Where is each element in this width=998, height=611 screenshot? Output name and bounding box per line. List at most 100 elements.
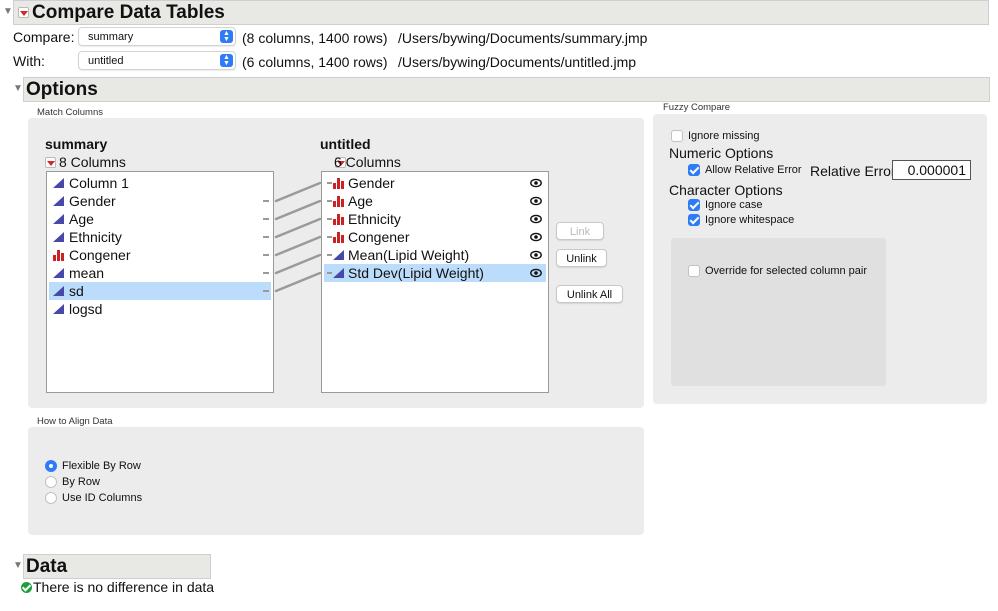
- relative-error-input[interactable]: 0.000001: [892, 160, 971, 180]
- panel-title: Compare Data Tables: [32, 1, 225, 23]
- allow-relative-error-label: Allow Relative Error: [705, 164, 802, 176]
- list-item[interactable]: Gender: [324, 174, 546, 192]
- fuzzy-compare-label: Fuzzy Compare: [663, 102, 731, 113]
- success-check-icon: [21, 582, 32, 593]
- compare-table-select[interactable]: summary ▲ ▼: [78, 27, 236, 46]
- list-item[interactable]: Gender: [49, 192, 271, 210]
- data-title: Data: [26, 555, 68, 577]
- ignore-missing-label: Ignore missing: [688, 130, 760, 142]
- list-item[interactable]: Ethnicity: [49, 228, 271, 246]
- right-columns-list[interactable]: Gender Age Ethnicity Congener Mean(Lipid…: [321, 171, 549, 393]
- list-item-selected[interactable]: Std Dev(Lipid Weight): [324, 264, 546, 282]
- list-item[interactable]: Congener: [324, 228, 546, 246]
- numeric-options-heading: Numeric Options: [669, 145, 774, 161]
- red-triangle-menu-icon[interactable]: [18, 7, 29, 18]
- eye-icon[interactable]: [530, 213, 542, 225]
- eye-icon[interactable]: [530, 249, 542, 261]
- eye-icon[interactable]: [530, 177, 542, 189]
- column-name: Age: [69, 211, 94, 227]
- data-collapse-icon[interactable]: ▼: [13, 560, 23, 571]
- link-dash: [327, 182, 332, 184]
- by-row-label: By Row: [62, 476, 100, 488]
- list-item[interactable]: Mean(Lipid Weight): [324, 246, 546, 264]
- override-label: Override for selected column pair: [705, 265, 868, 277]
- compare-table-path: /Users/bywing/Documents/summary.jmp: [398, 30, 648, 46]
- column-name: Gender: [69, 193, 116, 209]
- link-dash: [263, 200, 269, 202]
- use-id-columns-label: Use ID Columns: [62, 492, 143, 504]
- column-name: Std Dev(Lipid Weight): [348, 265, 484, 281]
- options-collapse-icon[interactable]: ▼: [13, 83, 23, 94]
- column-name: Ethnicity: [69, 229, 122, 245]
- link-line: [274, 235, 322, 257]
- with-table-value: untitled: [88, 55, 124, 67]
- with-table-info: (6 columns, 1400 rows): [242, 54, 388, 70]
- continuous-icon: [53, 196, 64, 206]
- link-line: [274, 217, 322, 239]
- continuous-icon: [53, 286, 64, 296]
- left-columns-list[interactable]: Column 1 Gender Age Ethnicity Congener m…: [46, 171, 274, 393]
- with-table-select[interactable]: untitled ▲ ▼: [78, 51, 236, 70]
- column-name: Congener: [348, 229, 410, 245]
- link-dash: [327, 218, 332, 220]
- override-checkbox[interactable]: [688, 265, 700, 277]
- list-item[interactable]: Column 1: [49, 174, 271, 192]
- options-header: Options: [23, 77, 990, 102]
- link-line: [274, 199, 322, 221]
- align-data-panel: [28, 427, 644, 535]
- column-name: mean: [69, 265, 105, 281]
- list-item[interactable]: mean: [49, 264, 271, 282]
- flexible-by-row-label: Flexible By Row: [62, 460, 141, 472]
- collapse-triangle-icon[interactable]: ▼: [3, 6, 13, 17]
- nominal-bar-icon: [333, 214, 344, 225]
- link-dash: [263, 254, 269, 256]
- continuous-icon: [53, 232, 64, 242]
- select-stepper-icon: ▲ ▼: [220, 54, 233, 67]
- column-link-lines: [274, 181, 322, 293]
- eye-icon[interactable]: [530, 195, 542, 207]
- nominal-bar-icon: [53, 250, 64, 261]
- link-line: [274, 181, 322, 203]
- continuous-icon: [53, 214, 64, 224]
- list-item[interactable]: Age: [324, 192, 546, 210]
- list-item[interactable]: Ethnicity: [324, 210, 546, 228]
- ignore-case-label: Ignore case: [705, 199, 763, 211]
- link-line: [274, 271, 322, 293]
- list-item[interactable]: Age: [49, 210, 271, 228]
- nominal-bar-icon: [333, 178, 344, 189]
- link-button[interactable]: Link: [556, 222, 604, 240]
- flexible-by-row-radio[interactable]: [45, 460, 57, 472]
- use-id-columns-radio[interactable]: [45, 492, 57, 504]
- nominal-bar-icon: [333, 232, 344, 243]
- unlink-all-button[interactable]: Unlink All: [556, 285, 623, 303]
- left-column-count: 8 Columns: [59, 154, 126, 170]
- by-row-radio[interactable]: [45, 476, 57, 488]
- ignore-case-checkbox[interactable]: [688, 199, 700, 211]
- list-item-selected[interactable]: sd: [49, 282, 271, 300]
- allow-relative-error-checkbox[interactable]: [688, 164, 700, 176]
- list-item[interactable]: Congener: [49, 246, 271, 264]
- compare-table-info: (8 columns, 1400 rows): [242, 30, 388, 46]
- eye-icon[interactable]: [530, 267, 542, 279]
- override-panel: [671, 238, 886, 386]
- ignore-missing-checkbox[interactable]: [671, 130, 683, 142]
- with-table-path: /Users/bywing/Documents/untitled.jmp: [398, 54, 637, 70]
- unlink-button[interactable]: Unlink: [556, 249, 607, 267]
- left-red-triangle-icon[interactable]: [45, 157, 56, 168]
- link-line: [274, 253, 322, 275]
- list-item[interactable]: logsd: [49, 300, 271, 318]
- ignore-whitespace-label: Ignore whitespace: [705, 214, 795, 226]
- ignore-whitespace-checkbox[interactable]: [688, 214, 700, 226]
- column-name: Congener: [69, 247, 131, 263]
- column-name: Ethnicity: [348, 211, 401, 227]
- column-name: sd: [69, 283, 84, 299]
- column-name: Age: [348, 193, 373, 209]
- align-data-label: How to Align Data: [37, 416, 113, 427]
- column-name: Gender: [348, 175, 395, 191]
- with-label: With:: [13, 53, 45, 69]
- link-dash: [327, 200, 332, 202]
- link-dash: [263, 236, 269, 238]
- eye-icon[interactable]: [530, 231, 542, 243]
- link-dash: [263, 218, 269, 220]
- relative-error-label: Relative Error: [810, 163, 896, 179]
